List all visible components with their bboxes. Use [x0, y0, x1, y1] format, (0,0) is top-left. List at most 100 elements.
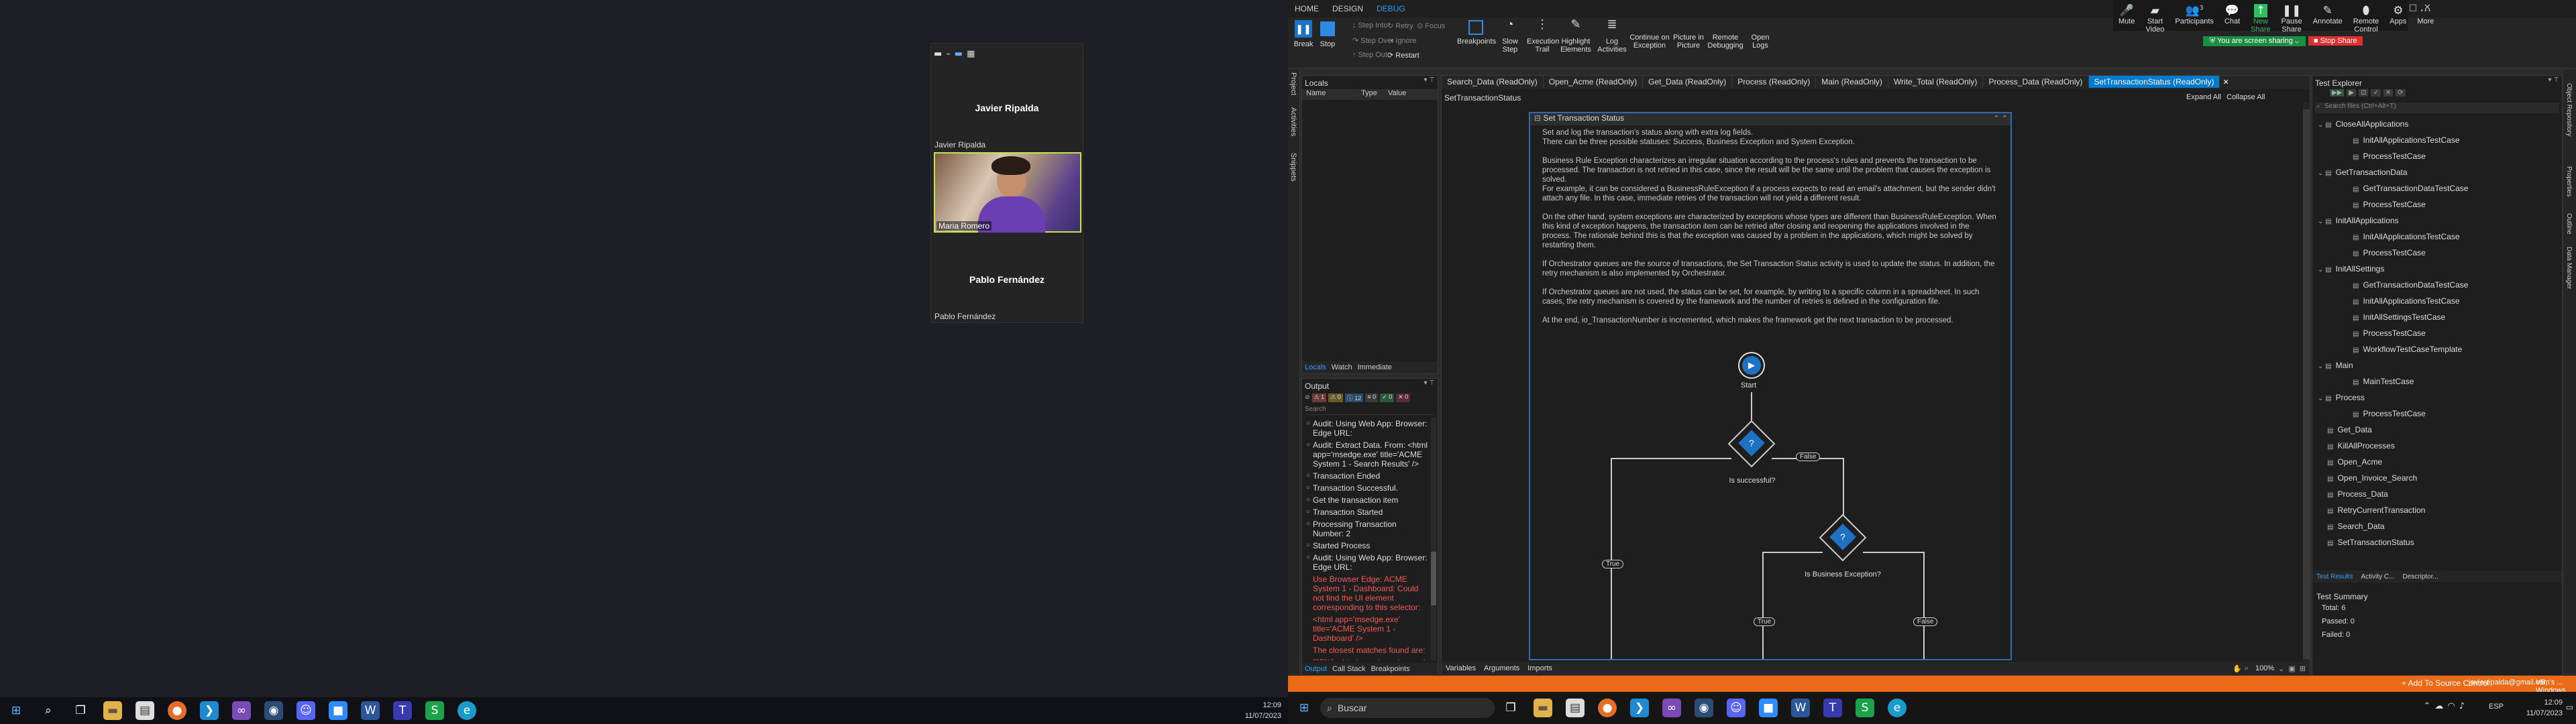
side-tab-project[interactable]: Project — [1289, 72, 1297, 95]
filter-fatal[interactable]: ✕ 0 — [1396, 394, 1411, 402]
designer-scrollbar[interactable] — [2303, 103, 2310, 663]
output-line[interactable]: Use Browser Edge: ACME System 1 - Dashbo… — [1302, 573, 1428, 613]
chevron-up-icon[interactable]: ⌃ — [2423, 701, 2434, 711]
filter-trace[interactable]: ≡ 0 — [1365, 394, 1379, 402]
discord-icon[interactable]: ☺ — [1727, 699, 1746, 717]
collapse-expand-icon[interactable]: ⌃ ⌃ — [1994, 114, 2008, 123]
tab-immediate[interactable]: Immediate — [1355, 363, 1395, 371]
side-tab-snippets[interactable]: Snippets — [1289, 153, 1297, 182]
retry-button[interactable]: ↻ Retry — [1387, 21, 1413, 30]
step-into-button[interactable]: ↓ Step Into — [1352, 21, 1388, 29]
output-line[interactable]: ○ Transaction Started — [1302, 506, 1428, 518]
test-tree-item[interactable]: ▤ KillAllProcesses — [2315, 438, 2557, 454]
teams-icon[interactable]: T — [1823, 699, 1842, 717]
refresh-icon[interactable]: ⟳ — [2396, 89, 2406, 97]
notepad-icon[interactable]: ▤ — [1566, 699, 1585, 717]
zoom-icon[interactable]: ■ — [1759, 699, 1778, 717]
test-tree-item[interactable]: ▤ ProcessTestCase — [2315, 148, 2557, 164]
flowchart-canvas[interactable]: ⊟ Set Transaction Status ⌃ ⌃ Set and log… — [1529, 112, 2012, 660]
tab-breakpoints[interactable]: Breakpoints — [1368, 665, 1413, 673]
collapse-icon[interactable]: ⊟ — [1534, 113, 1541, 123]
close-tab-icon[interactable]: ✕ — [2222, 78, 2229, 86]
tab-variables[interactable]: Variables — [1442, 664, 1480, 672]
open-logs-button[interactable]: Open Logs — [1747, 34, 1774, 50]
teams-icon[interactable]: T — [393, 701, 412, 720]
test-tree-item[interactable]: ⌄ ▤ Main — [2315, 357, 2557, 373]
stop-button[interactable]: Stop — [1316, 20, 1339, 48]
steam-icon[interactable]: ◉ — [1695, 699, 1713, 717]
more-button[interactable]: ⋯ More — [2412, 0, 2439, 25]
test-tree-item[interactable]: ▤ InitAllApplicationsTestCase — [2315, 132, 2557, 148]
document-tab[interactable]: Main (ReadOnly) — [1816, 76, 1888, 88]
step-out-button[interactable]: ↑ Step Out — [1352, 51, 1387, 59]
tab-test-results[interactable]: Test Results — [2312, 573, 2357, 581]
filter-verbose[interactable]: ✓ 0 — [1380, 394, 1395, 402]
test-tree-item[interactable]: ⌄ ▤ InitAllApplications — [2315, 213, 2557, 229]
clear-icon[interactable]: ⊘ — [1305, 394, 1310, 402]
grid-view-icon[interactable]: ▦ — [967, 49, 975, 59]
tab-call-stack[interactable]: Call Stack — [1330, 665, 1368, 673]
side-tab-properties[interactable]: Properties — [2565, 166, 2573, 197]
word-icon[interactable]: W — [1791, 699, 1810, 717]
new-share-button[interactable]: ↑ New Share — [2245, 0, 2275, 34]
tab-locals[interactable]: Locals — [1302, 363, 1329, 371]
tab-activity-coverage[interactable]: Activity C... — [2357, 573, 2398, 581]
document-tab[interactable]: Get_Data (ReadOnly) — [1643, 76, 1733, 88]
collapse-all-link[interactable]: Collapse All — [2226, 93, 2265, 101]
tab-output[interactable]: Output — [1302, 665, 1330, 673]
uipath-studio-icon[interactable]: S — [1856, 699, 1874, 717]
output-line[interactable]: ○ Audit: Using Web App: Browser: Edge URL… — [1302, 418, 1428, 439]
cloud-icon[interactable]: ☁ — [2434, 701, 2447, 711]
chevron-down-icon[interactable]: ⌄ — [2278, 664, 2288, 673]
document-tab[interactable]: Open_Acme (ReadOnly) — [1544, 76, 1644, 88]
minimize-icon[interactable]: ▬ — [934, 49, 942, 59]
pin-icon[interactable]: ▾ ⊤ — [1424, 379, 1435, 387]
filter-info[interactable]: ⓘ 12 — [1344, 394, 1364, 402]
document-tab[interactable]: SetTransactionStatus (ReadOnly) — [2088, 76, 2220, 88]
pause-share-button[interactable]: ❚❚ Pause Share — [2276, 0, 2308, 34]
test-tree-item[interactable]: ⌄ ▤ InitAllSettings — [2315, 261, 2557, 277]
continue-on-exception-button[interactable]: Continue on Exception — [1629, 34, 1670, 50]
word-icon[interactable]: W — [361, 701, 380, 720]
test-tree-item[interactable]: ▤ InitAllApplicationsTestCase — [2315, 229, 2557, 245]
test-tree-item[interactable]: ⌄ ▤ GetTransactionData — [2315, 164, 2557, 180]
expand-all-link[interactable]: Expand All — [2186, 93, 2221, 101]
output-line[interactable]: ○ Get the transaction item — [1302, 494, 1428, 506]
task-view-icon[interactable]: ❐ — [1501, 699, 1520, 717]
chat-button[interactable]: 💬 Chat — [2219, 0, 2245, 25]
taskbar-search[interactable]: ⌕ Buscar — [1320, 698, 1495, 718]
wifi-icon[interactable]: ◠ — [2447, 701, 2459, 711]
participants-button[interactable]: 👥3 Participants — [2169, 0, 2218, 25]
visual-studio-icon[interactable]: ∞ — [232, 701, 251, 720]
hand-icon[interactable]: ✋ — [2233, 664, 2245, 673]
output-line[interactable]: ○ Transaction Ended — [1302, 470, 1428, 482]
test-search-input[interactable]: ⌕ Search files (Ctrl+Alt+T) — [2315, 103, 2559, 113]
filter-passed-icon[interactable]: ✓ — [2371, 89, 2381, 97]
volume-icon[interactable]: ♪ — [2459, 701, 2469, 711]
right-clock[interactable]: 12:09 11/07/2023 — [2526, 697, 2563, 719]
tab-imports[interactable]: Imports — [1523, 664, 1556, 672]
zoom-icon[interactable]: ⌕ — [2245, 664, 2251, 673]
test-tree-item[interactable]: ▤ Open_Invoice_Search — [2315, 470, 2557, 486]
test-tree-item[interactable]: ⌄ ▤ CloseAllApplications — [2315, 116, 2557, 132]
fit-icon[interactable]: ▣ — [2288, 664, 2299, 673]
uipath-studio-icon[interactable]: S — [425, 701, 444, 720]
test-tree-item[interactable]: ▤ RetryCurrentTransaction — [2315, 502, 2557, 518]
tab-design[interactable]: DESIGN — [1326, 4, 1370, 13]
test-tree-item[interactable]: ▤ GetTransactionDataTestCase — [2315, 180, 2557, 196]
test-tree-item[interactable]: ▤ Open_Acme — [2315, 454, 2557, 470]
file-explorer-icon[interactable]: ▬ — [103, 701, 122, 720]
breakpoints-button[interactable]: Breakpoints — [1457, 20, 1496, 46]
apps-button[interactable]: ⚙ Apps — [2384, 0, 2412, 25]
notepad-icon[interactable]: ▤ — [136, 701, 154, 720]
document-tab[interactable]: Process_Data (ReadOnly) — [1983, 76, 2089, 88]
test-tree-item[interactable]: ⌄ ▤ Process — [2315, 389, 2557, 406]
output-line[interactable]: <html app='msedge.exe' title='ACME Syste… — [1302, 613, 1428, 644]
tab-home[interactable]: HOME — [1288, 4, 1326, 13]
firefox-icon[interactable]: ● — [168, 701, 186, 720]
test-tree-item[interactable]: ▤ SetTransactionStatus — [2315, 534, 2557, 550]
stop-share-button[interactable]: ■ Stop Share — [2308, 36, 2363, 46]
side-tab-data-manager[interactable]: Data Manager — [2565, 247, 2573, 289]
run-selected-icon[interactable]: ▶ — [2347, 89, 2357, 97]
filter-errors[interactable]: ⚠ 1 — [1311, 394, 1327, 402]
